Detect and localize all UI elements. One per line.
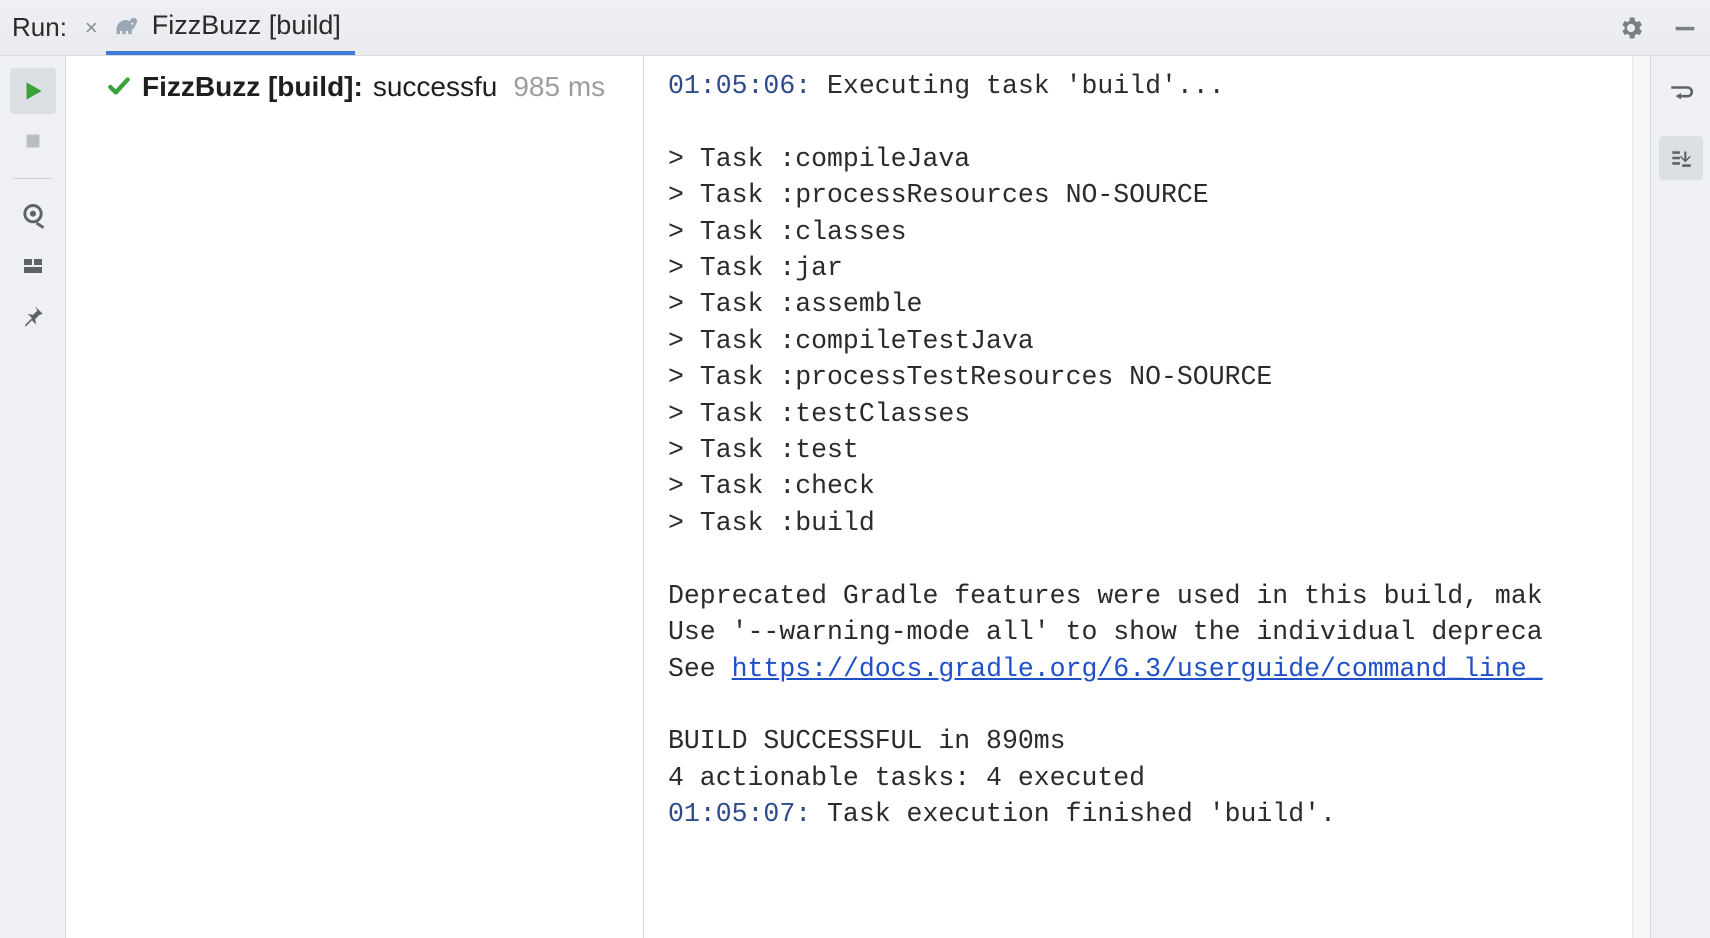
- stop-button[interactable]: [10, 118, 56, 164]
- console-task-line: > Task :compileTestJava: [668, 326, 1034, 356]
- console-task-line: > Task :processTestResources NO-SOURCE: [668, 362, 1272, 392]
- console-output[interactable]: 01:05:06: Executing task 'build'... > Ta…: [644, 56, 1650, 938]
- console-start-msg: Executing task 'build'...: [811, 71, 1224, 101]
- console-task-line: > Task :jar: [668, 253, 843, 283]
- settings-icon[interactable]: [1616, 13, 1646, 43]
- console-see-label: See: [668, 654, 732, 684]
- layout-button[interactable]: [10, 243, 56, 289]
- console-task-line: > Task :assemble: [668, 289, 922, 319]
- console-task-line: > Task :check: [668, 471, 875, 501]
- run-tab[interactable]: FizzBuzz [build]: [106, 0, 355, 55]
- console-deprecation-line: Deprecated Gradle features were used in …: [668, 581, 1543, 611]
- pin-button[interactable]: [10, 293, 56, 339]
- success-check-icon: [106, 73, 132, 99]
- console-end-msg: Task execution finished 'build'.: [811, 799, 1336, 829]
- console-task-line: > Task :compileJava: [668, 144, 970, 174]
- console-task-line: > Task :testClasses: [668, 399, 970, 429]
- console-actionable-tasks: 4 actionable tasks: 4 executed: [668, 763, 1145, 793]
- soft-wrap-button[interactable]: [1659, 72, 1703, 116]
- run-body: FizzBuzz [build]: successfu 985 ms 01:05…: [0, 56, 1710, 938]
- run-tab-label: FizzBuzz [build]: [152, 10, 341, 41]
- console-end-timestamp: 01:05:07:: [668, 799, 811, 829]
- rail-separator: [13, 178, 53, 179]
- console-task-line: > Task :build: [668, 508, 875, 538]
- scroll-to-end-button[interactable]: [1659, 136, 1703, 180]
- build-node-title: FizzBuzz [build]:: [142, 71, 363, 103]
- vertical-scrollbar[interactable]: [1632, 56, 1650, 938]
- show-filters-button[interactable]: [10, 193, 56, 239]
- close-tab-icon[interactable]: ×: [85, 15, 98, 41]
- rerun-button[interactable]: [10, 68, 56, 114]
- build-node-time: 985 ms: [513, 71, 605, 103]
- console-task-line: > Task :test: [668, 435, 859, 465]
- build-node-status: successfu: [373, 71, 498, 103]
- minimize-icon[interactable]: [1670, 13, 1700, 43]
- console-deprecation-line: Use '--warning-mode all' to show the ind…: [668, 617, 1543, 647]
- build-root-node[interactable]: FizzBuzz [build]: successfu 985 ms: [106, 70, 629, 103]
- console-docs-link[interactable]: https://docs.gradle.org/6.3/userguide/co…: [732, 654, 1543, 684]
- build-tree-pane[interactable]: FizzBuzz [build]: successfu 985 ms: [66, 56, 644, 938]
- right-action-rail: [1650, 56, 1710, 938]
- run-tool-window: Run: × FizzBuzz [build]: [0, 0, 1710, 938]
- console-task-line: > Task :processResources NO-SOURCE: [668, 180, 1209, 210]
- header-actions: [1616, 13, 1700, 43]
- run-title: Run:: [12, 12, 67, 43]
- left-action-rail: [0, 56, 66, 938]
- console-task-line: > Task :classes: [668, 217, 907, 247]
- console-build-success: BUILD SUCCESSFUL in 890ms: [668, 726, 1066, 756]
- console-start-timestamp: 01:05:06:: [668, 71, 811, 101]
- run-header: Run: × FizzBuzz [build]: [0, 0, 1710, 56]
- gradle-icon: [112, 11, 142, 41]
